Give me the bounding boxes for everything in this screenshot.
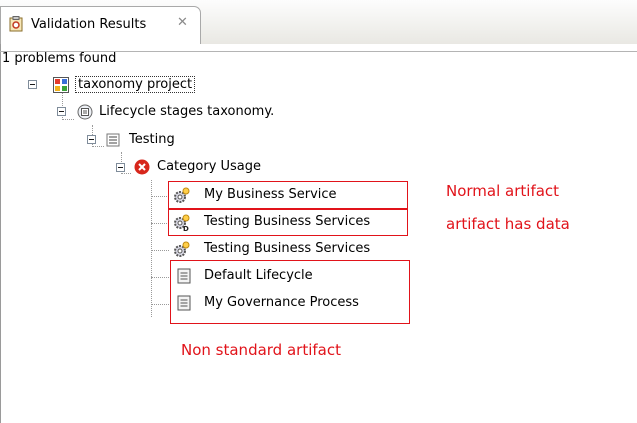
tab-validation-results[interactable]: Validation Results ✕: [0, 6, 201, 44]
collapse-toggle[interactable]: [57, 107, 66, 116]
clipboard-icon: [9, 16, 23, 32]
tree-node-testing[interactable]: Testing: [129, 132, 175, 148]
close-icon[interactable]: ✕: [177, 15, 188, 30]
view-tab-strip: Validation Results ✕: [0, 0, 637, 44]
annotation-box-normal: [168, 181, 408, 209]
annotation-normal-artifact: Normal artifact: [446, 182, 560, 200]
tree-item-label[interactable]: Testing Business Services: [204, 241, 370, 257]
collapse-toggle[interactable]: [28, 80, 37, 89]
tab-title: Validation Results: [31, 17, 147, 32]
panel-border: [0, 44, 1, 423]
error-icon: [134, 159, 150, 175]
tree-connector: [151, 250, 169, 251]
tree-connector: [62, 119, 74, 120]
list-icon: [105, 132, 121, 148]
status-text: 1 problems found: [2, 51, 117, 66]
tree-connector: [151, 277, 169, 278]
tree-connector: [92, 146, 104, 147]
service-gear-icon: [172, 241, 190, 257]
annotation-artifact-has-data: artifact has data: [446, 215, 570, 233]
tree-connector: [151, 180, 152, 317]
annotation-box-data: [168, 209, 408, 236]
collapse-toggle[interactable]: [116, 163, 125, 172]
annotation-non-standard-artifact: Non standard artifact: [181, 341, 341, 359]
taxonomy-icon: [77, 104, 93, 120]
tree-connector: [151, 223, 169, 224]
tree-node-taxonomy-project[interactable]: taxonomy project: [75, 76, 196, 93]
collapse-toggle[interactable]: [87, 135, 96, 144]
tree-node-lifecycle-taxonomy[interactable]: Lifecycle stages taxonomy.: [99, 104, 274, 120]
project-grid-icon: [53, 77, 69, 93]
annotation-box-nonstandard: [170, 260, 410, 324]
tree-node-category-usage[interactable]: Category Usage: [157, 159, 261, 175]
tree-node-label: taxonomy project: [75, 76, 196, 93]
tree-connector: [151, 196, 169, 197]
tree-connector: [121, 173, 131, 174]
tree-connector: [151, 304, 169, 305]
